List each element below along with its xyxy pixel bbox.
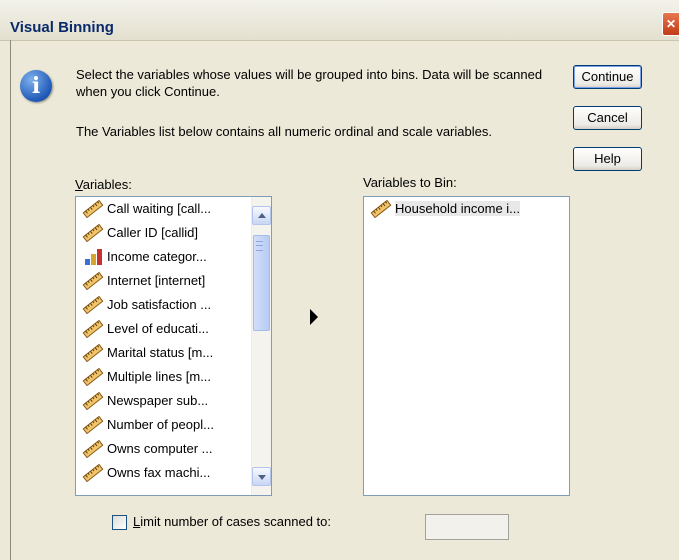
bin-variable-item[interactable]: Household income i...: [364, 197, 569, 221]
scale-ruler-icon: [82, 439, 104, 459]
chevron-up-icon: [258, 213, 266, 218]
variable-item[interactable]: Multiple lines [m...: [76, 365, 251, 389]
scale-ruler-icon: [82, 391, 104, 411]
limit-cases-label-rest: imit number of cases scanned to:: [140, 514, 331, 529]
variable-item[interactable]: Job satisfaction ...: [76, 293, 251, 317]
variables-to-bin-label: Variables to Bin:: [363, 175, 457, 190]
variables-list[interactable]: Call waiting [call... Caller ID [callid] I…: [75, 196, 272, 496]
variable-item-label: Call waiting [call...: [107, 201, 212, 216]
scale-ruler-icon: [370, 199, 392, 219]
scale-ruler-icon: [82, 415, 104, 435]
variable-item[interactable]: Owns fax machi...: [76, 461, 251, 485]
variable-item[interactable]: Newspaper sub...: [76, 389, 251, 413]
variables-label: Variables:: [75, 177, 132, 192]
variable-item-label: Income categor...: [107, 249, 207, 264]
variable-item[interactable]: Income categor...: [76, 245, 251, 269]
window-title: Visual Binning: [10, 19, 114, 36]
variable-item-label: Job satisfaction ...: [107, 297, 212, 312]
continue-button[interactable]: Continue: [573, 65, 642, 89]
scale-ruler-icon: [82, 223, 104, 243]
variable-item-label: Owns fax machi...: [107, 465, 211, 480]
variables-list-items: Call waiting [call... Caller ID [callid] I…: [76, 197, 251, 495]
scale-ruler-icon: [82, 199, 104, 219]
help-button[interactable]: Help: [573, 147, 642, 171]
title-bar: Visual Binning ✕: [0, 0, 679, 41]
variables-label-mnemonic: V: [75, 177, 83, 192]
variable-item-label: Multiple lines [m...: [107, 369, 212, 384]
limit-cases-checkbox[interactable]: [112, 515, 127, 530]
scale-ruler-icon: [82, 367, 104, 387]
scroll-down-button[interactable]: [252, 467, 271, 486]
scroll-grip-icon: [256, 241, 263, 251]
move-right-arrow-icon[interactable]: [310, 309, 318, 325]
scale-ruler-icon: [82, 295, 104, 315]
bin-variable-item-label: Household income i...: [395, 201, 521, 216]
cases-limit-input[interactable]: [425, 514, 509, 540]
close-button[interactable]: ✕: [662, 12, 679, 36]
info-icon: i: [20, 70, 52, 102]
ordinal-bars-icon: [82, 248, 104, 266]
variables-to-bin-list[interactable]: Household income i...: [363, 196, 570, 496]
variables-scrollbar[interactable]: [251, 197, 271, 495]
variable-item-label: Level of educati...: [107, 321, 209, 336]
scroll-up-button[interactable]: [252, 206, 271, 225]
variables-to-bin-items: Household income i...: [364, 197, 569, 495]
variable-item[interactable]: Internet [internet]: [76, 269, 251, 293]
scale-ruler-icon: [82, 343, 104, 363]
variable-item-label: Marital status [m...: [107, 345, 214, 360]
variables-label-rest: ariables:: [82, 177, 132, 192]
cancel-button[interactable]: Cancel: [573, 106, 642, 130]
variable-item[interactable]: Call waiting [call...: [76, 197, 251, 221]
variable-item[interactable]: Level of educati...: [76, 317, 251, 341]
info-message: Select the variables whose values will b…: [76, 67, 543, 99]
limit-cases-label[interactable]: Limit number of cases scanned to:: [133, 514, 331, 529]
variable-item-label: Newspaper sub...: [107, 393, 209, 408]
scale-ruler-icon: [82, 271, 104, 291]
scale-ruler-icon: [82, 463, 104, 483]
variable-item-label: Internet [internet]: [107, 273, 206, 288]
scale-ruler-icon: [82, 319, 104, 339]
variable-item[interactable]: Marital status [m...: [76, 341, 251, 365]
variable-item[interactable]: Caller ID [callid]: [76, 221, 251, 245]
chevron-down-icon: [258, 475, 266, 480]
close-icon: ✕: [665, 17, 677, 31]
variable-item-label: Owns computer ...: [107, 441, 213, 456]
variable-item[interactable]: Number of peopl...: [76, 413, 251, 437]
variable-item-label: Caller ID [callid]: [107, 225, 199, 240]
list-description: The Variables list below contains all nu…: [76, 124, 492, 139]
variable-item[interactable]: Owns computer ...: [76, 437, 251, 461]
variable-item-label: Number of peopl...: [107, 417, 214, 432]
